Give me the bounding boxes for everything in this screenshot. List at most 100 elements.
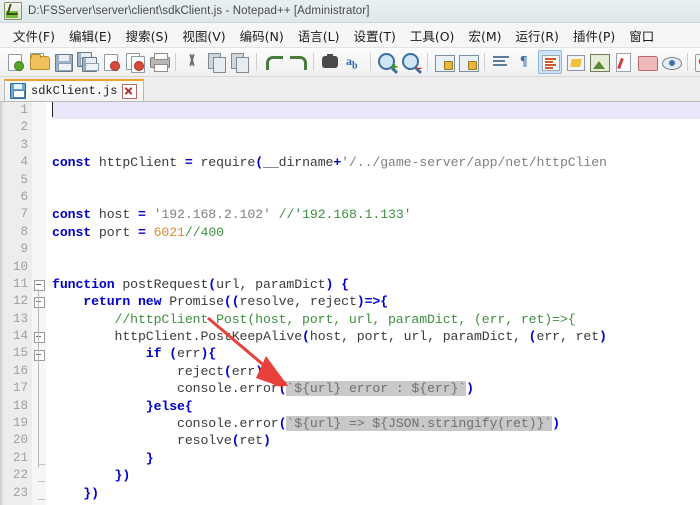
- code-line[interactable]: }else{: [52, 398, 700, 415]
- code-line[interactable]: httpClient.PostKeepAlive(host, port, url…: [52, 328, 700, 345]
- code-line[interactable]: //httpClient.Post(host, port, url, param…: [52, 311, 700, 328]
- save-all-icon[interactable]: [76, 51, 99, 73]
- sync-vertical-scroll-icon[interactable]: [433, 51, 455, 73]
- code-token: ): [263, 433, 271, 449]
- menu-window[interactable]: 窗口: [622, 24, 661, 47]
- close-file-icon[interactable]: [100, 51, 122, 73]
- fold-toggle[interactable]: [34, 280, 45, 291]
- sync-horizontal-scroll-icon[interactable]: [457, 51, 479, 73]
- show-all-characters-icon[interactable]: ¶: [514, 51, 536, 73]
- code-line[interactable]: console.error(`${url} error : ${err}`): [52, 380, 700, 397]
- menu-macro[interactable]: 宏(M): [461, 24, 508, 47]
- tab-sdkclient-js[interactable]: sdkClient.js: [4, 79, 145, 101]
- code-line[interactable]: const host = '192.168.2.102' //'192.168.…: [52, 206, 700, 223]
- code-token: ): [466, 381, 474, 397]
- cut-icon[interactable]: [181, 51, 203, 73]
- function-list-icon[interactable]: [612, 51, 634, 73]
- code-line[interactable]: if (err){: [52, 345, 700, 362]
- code-token: (: [302, 329, 310, 345]
- tab-bar: sdkClient.js: [0, 77, 700, 102]
- code-content[interactable]: const httpClient = require(__dirname+'/.…: [46, 102, 700, 505]
- zoom-out-icon[interactable]: –: [400, 51, 422, 74]
- code-token: }): [114, 468, 131, 484]
- indent-guide-icon[interactable]: [538, 50, 562, 74]
- code-token: err: [231, 363, 256, 379]
- code-line[interactable]: return new Promise((resolve, reject)=>{: [52, 293, 700, 310]
- code-line[interactable]: }: [52, 450, 700, 467]
- code-token: '192.168.2.102': [145, 207, 279, 223]
- code-line[interactable]: function postRequest(url, paramDict) {: [52, 276, 700, 293]
- code-token: const: [52, 224, 99, 240]
- fold-toggle[interactable]: [34, 349, 45, 361]
- code-line[interactable]: }): [52, 467, 700, 484]
- menu-file[interactable]: 文件(F): [6, 24, 62, 47]
- zoom-in-icon[interactable]: +: [376, 51, 398, 73]
- code-line[interactable]: console.error(`${url} => ${JSON.stringif…: [52, 415, 700, 432]
- menu-plugins[interactable]: 插件(P): [566, 24, 622, 47]
- document-map-icon[interactable]: [588, 51, 610, 73]
- new-file-icon[interactable]: [4, 51, 26, 73]
- menu-tools[interactable]: 工具(O): [403, 24, 462, 47]
- fold-toggle[interactable]: [34, 297, 45, 309]
- line-number: 3: [20, 137, 28, 152]
- folder-as-workspace-icon[interactable]: [636, 51, 658, 73]
- line-number: 7: [20, 207, 28, 222]
- menu-settings[interactable]: 设置(T): [346, 24, 402, 47]
- code-line[interactable]: [52, 172, 700, 189]
- toolbar-separator: [427, 53, 428, 71]
- code-token: //httpClient.Post(host, port, url, param…: [52, 311, 576, 327]
- print-icon[interactable]: [148, 51, 170, 73]
- fold-end-tick: [38, 481, 45, 483]
- code-token: host, port, url, paramDict,: [309, 329, 529, 345]
- code-token: httpClient.PostKeepAlive: [52, 329, 303, 345]
- code-token: postRequest: [122, 276, 209, 292]
- fold-toggle[interactable]: [34, 332, 45, 344]
- code-line[interactable]: }): [52, 485, 700, 502]
- code-line[interactable]: [52, 259, 700, 276]
- code-token: (: [255, 155, 264, 171]
- user-defined-language-icon[interactable]: [564, 51, 586, 73]
- code-line[interactable]: const port = 6021//400: [52, 224, 700, 241]
- code-folding-gutter[interactable]: [32, 102, 46, 505]
- code-token: err, ret: [536, 329, 600, 345]
- monitoring-icon[interactable]: [660, 51, 682, 73]
- menu-run[interactable]: 运行(R): [508, 24, 565, 47]
- copy-icon[interactable]: [205, 51, 227, 73]
- menu-language[interactable]: 语言(L): [291, 24, 347, 47]
- redo-icon[interactable]: [286, 51, 308, 73]
- code-token: err: [177, 346, 201, 362]
- find-icon[interactable]: [319, 51, 341, 73]
- menu-edit[interactable]: 编辑(E): [62, 24, 119, 47]
- paste-icon[interactable]: [229, 51, 251, 73]
- open-file-icon[interactable]: [28, 51, 50, 73]
- line-number: 20: [12, 433, 28, 448]
- code-token: host: [98, 207, 138, 223]
- code-token: (: [208, 276, 217, 292]
- code-editor[interactable]: 1 2 3 4 5 6 7 8 9 10 11 12 13 14 15 16 17 18 19 20 21 22 23 co…: [0, 102, 700, 505]
- code-line[interactable]: [52, 189, 700, 206]
- replace-icon[interactable]: ab: [343, 51, 365, 73]
- close-tab-icon[interactable]: [122, 83, 138, 99]
- code-token: ){: [200, 346, 217, 362]
- code-line[interactable]: resolve(ret): [52, 432, 700, 449]
- code-token: }): [83, 485, 99, 501]
- code-line[interactable]: [52, 137, 700, 154]
- word-wrap-icon[interactable]: [490, 51, 512, 73]
- code-line[interactable]: [52, 241, 700, 258]
- undo-icon[interactable]: [262, 51, 284, 73]
- close-all-icon[interactable]: [124, 51, 146, 73]
- menu-view[interactable]: 视图(V): [175, 24, 232, 47]
- record-macro-icon[interactable]: [693, 51, 700, 73]
- toolbar-separator: [175, 53, 176, 71]
- menu-search[interactable]: 搜索(S): [119, 24, 176, 47]
- code-line[interactable]: [52, 102, 700, 120]
- line-number: 18: [12, 398, 28, 413]
- menu-encoding[interactable]: 编码(N): [233, 24, 291, 47]
- code-line[interactable]: const httpClient = require(__dirname+'/.…: [52, 154, 700, 171]
- code-line[interactable]: reject(err): [52, 363, 700, 380]
- code-line[interactable]: [52, 119, 700, 136]
- save-icon[interactable]: [52, 51, 74, 73]
- code-token: resolve: [52, 433, 232, 449]
- code-token: const: [52, 207, 99, 223]
